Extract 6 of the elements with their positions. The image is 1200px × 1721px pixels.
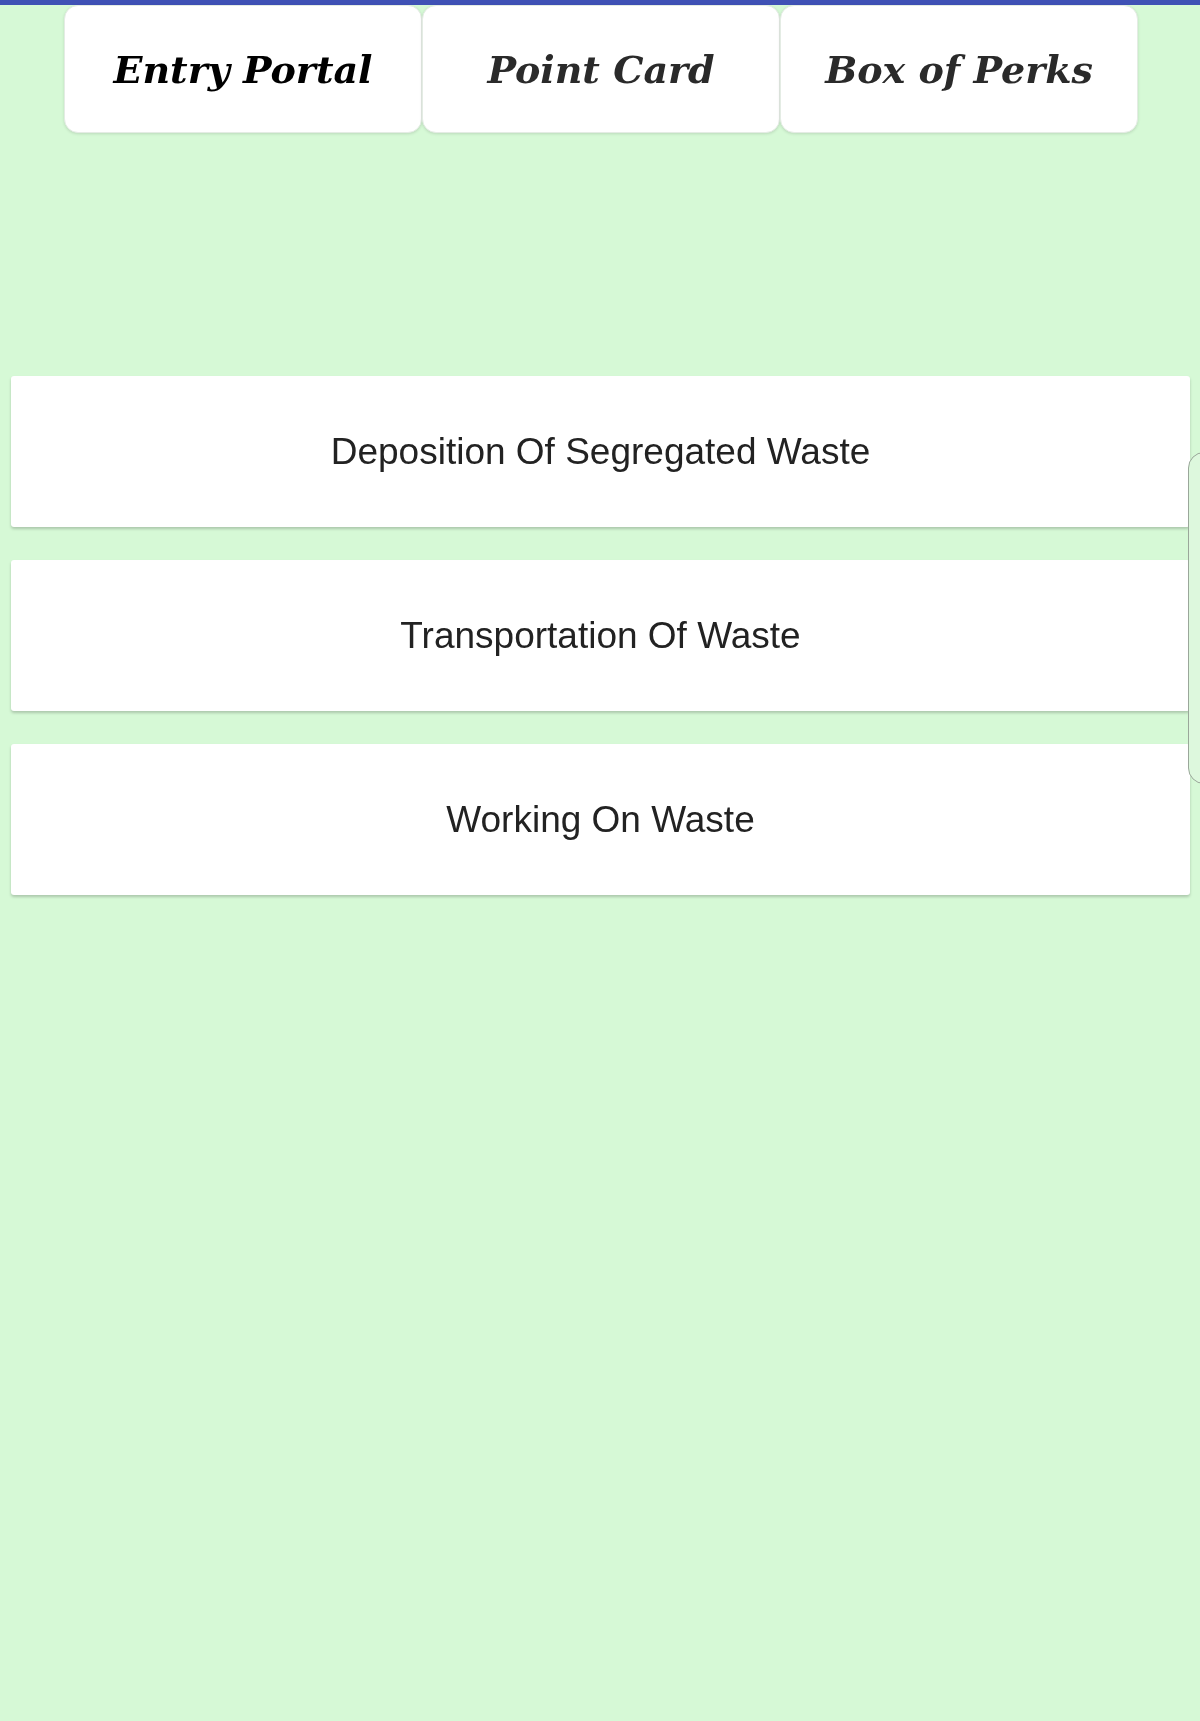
option-card[interactable]: Working On Waste xyxy=(11,744,1190,895)
option-card[interactable]: Transportation Of Waste xyxy=(11,560,1190,711)
tab[interactable]: Entry Portal xyxy=(64,5,422,133)
option-card[interactable]: Deposition Of Segregated Waste xyxy=(11,376,1190,527)
tab[interactable]: Box of Perks xyxy=(780,5,1138,133)
tab[interactable]: Point Card xyxy=(422,5,780,133)
